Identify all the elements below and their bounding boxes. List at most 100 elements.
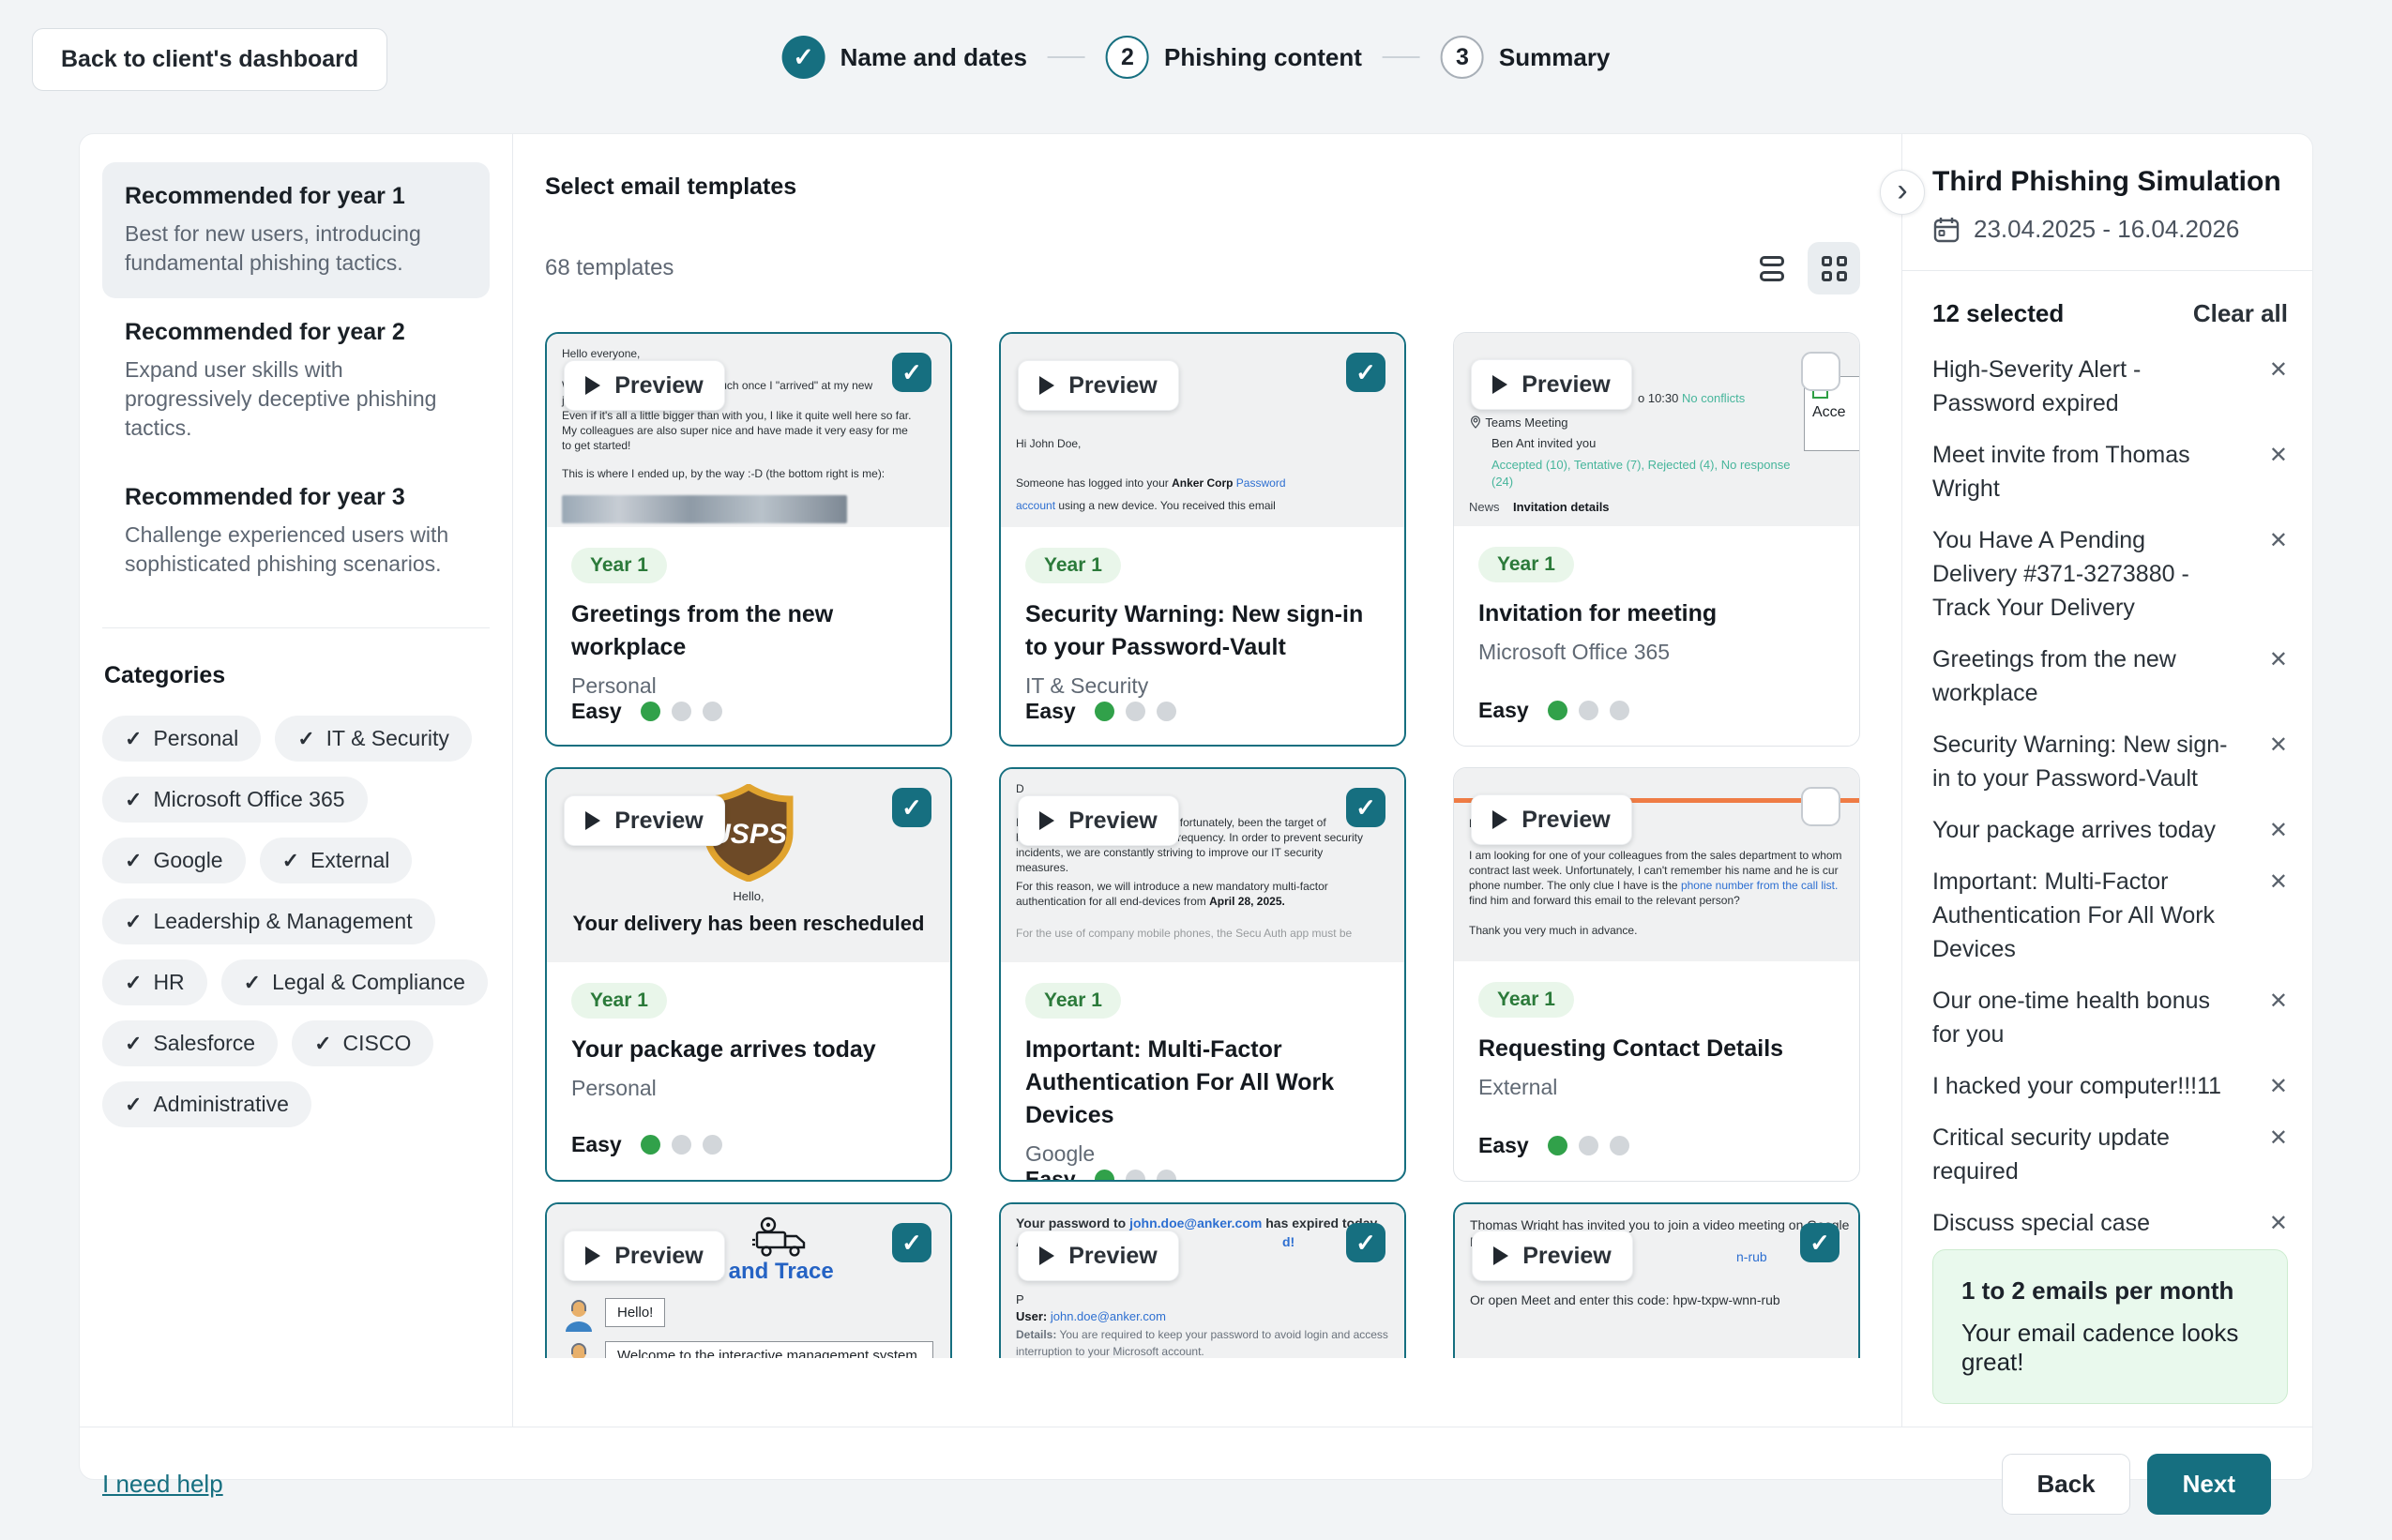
category-pill-salesforce[interactable]: ✓Salesforce (102, 1020, 278, 1066)
grid-view-button[interactable] (1808, 242, 1860, 294)
preview-text: My colleagues are also super nice and ha… (562, 424, 908, 437)
recommended-section: Recommended for year 1 Best for new user… (102, 162, 490, 628)
template-card-greetings-new-workplace[interactable]: Hello everyone, We agreed that I would g… (545, 332, 952, 747)
collapse-panel-button[interactable]: › (1880, 170, 1925, 215)
view-toggle-group (1746, 242, 1860, 294)
template-card-body: Year 1 Important: Multi-Factor Authentic… (1001, 962, 1404, 1182)
template-card-requesting-contact-details[interactable]: D I am looking for one of your colleague… (1453, 767, 1860, 1182)
preview-text: Accepted (10), Tentative (7), Rejected (… (1491, 457, 1801, 491)
template-card-invitation-for-meeting[interactable]: o 10:30 No conflicts Teams Meeting Ben A… (1453, 332, 1860, 747)
template-card-multi-factor[interactable]: D In the past, our company has, unfortun… (999, 767, 1406, 1182)
date-range: 23.04.2025 - 16.04.2026 (1974, 215, 2239, 244)
category-pill-administrative[interactable]: ✓Administrative (102, 1081, 311, 1127)
preview-button[interactable]: Preview (1471, 794, 1632, 845)
template-checkbox-checked[interactable]: ✓ (892, 353, 931, 392)
preview-text: Hello, (547, 889, 950, 903)
preview-text: to get started! (562, 439, 630, 452)
template-category: External (1478, 1075, 1835, 1100)
template-checkbox-checked[interactable]: ✓ (1346, 353, 1385, 392)
list-view-button[interactable] (1746, 242, 1798, 294)
remove-icon[interactable]: ✕ (2269, 984, 2288, 1015)
difficulty-dot-filled (1095, 702, 1114, 721)
selected-item: High-Severity Alert - Password expired✕ (1932, 353, 2288, 420)
preview-button[interactable]: Preview (1018, 1230, 1179, 1281)
category-pill-hr[interactable]: ✓HR (102, 959, 207, 1005)
category-pill-microsoft-office-365[interactable]: ✓Microsoft Office 365 (102, 777, 368, 823)
preview-button[interactable]: Preview (564, 360, 725, 411)
help-link[interactable]: I need help (102, 1470, 223, 1499)
difficulty-dot (703, 702, 722, 721)
back-to-dashboard-button[interactable]: Back to client's dashboard (32, 28, 387, 91)
difficulty-dot (1579, 1136, 1598, 1155)
next-button[interactable]: Next (2147, 1454, 2271, 1515)
category-pill-it-security[interactable]: ✓IT & Security (275, 716, 472, 762)
recommended-year-2[interactable]: Recommended for year 2 Expand user skill… (102, 298, 490, 463)
template-card-google-meet-invite[interactable]: Thomas Wright has invited you to join a … (1453, 1202, 1860, 1358)
difficulty-label: Easy (571, 699, 622, 724)
selected-item: Important: Multi-Factor Authentication F… (1932, 865, 2288, 966)
remove-icon[interactable]: ✕ (2269, 523, 2288, 554)
category-label: Salesforce (153, 1031, 255, 1056)
template-checkbox-checked[interactable]: ✓ (892, 1223, 931, 1262)
filters-sidebar: Recommended for year 1 Best for new user… (80, 134, 513, 1427)
template-card-password-expired[interactable]: Your password to john.doe@anker.com has … (999, 1202, 1406, 1358)
recommended-year-3[interactable]: Recommended for year 3 Challenge experie… (102, 463, 490, 599)
template-checkbox-checked[interactable]: ✓ (1346, 788, 1385, 827)
preview-button[interactable]: Preview (1018, 795, 1179, 846)
template-checkbox-checked[interactable]: ✓ (1800, 1223, 1839, 1262)
tab-invitation-details[interactable]: Invitation details (1513, 500, 1610, 514)
tab-news[interactable]: News (1469, 500, 1500, 514)
remove-icon[interactable]: ✕ (2269, 353, 2288, 384)
preview-button[interactable]: Preview (1472, 1230, 1633, 1281)
category-pill-legal-compliance[interactable]: ✓Legal & Compliance (221, 959, 488, 1005)
step-summary[interactable]: 3 Summary (1441, 36, 1611, 79)
category-pill-external[interactable]: ✓External (260, 838, 413, 883)
template-checkbox-checked[interactable]: ✓ (1346, 1223, 1385, 1262)
category-pill-leadership-management[interactable]: ✓Leadership & Management (102, 898, 435, 944)
preview-button[interactable]: Preview (564, 795, 725, 846)
category-pill-google[interactable]: ✓Google (102, 838, 246, 883)
step-name-and-dates[interactable]: ✓ Name and dates (782, 36, 1027, 79)
remove-icon[interactable]: ✕ (2269, 1069, 2288, 1100)
preview-button[interactable]: Preview (564, 1230, 725, 1281)
remove-icon[interactable]: ✕ (2269, 865, 2288, 896)
email-preview: Thomas Wright has invited you to join a … (1455, 1204, 1858, 1358)
clear-all-button[interactable]: Clear all (2193, 299, 2288, 328)
template-grid-scroll-area[interactable]: Hello everyone, We agreed that I would g… (545, 332, 1860, 1358)
preview-text: Hi John Doe, (1016, 437, 1081, 450)
back-button[interactable]: Back (2002, 1454, 2129, 1515)
step-phishing-content[interactable]: 2 Phishing content (1106, 36, 1362, 79)
year-badge: Year 1 (1478, 982, 1574, 1018)
recommended-year-1[interactable]: Recommended for year 1 Best for new user… (102, 162, 490, 298)
preview-button[interactable]: Preview (1018, 360, 1179, 411)
remove-icon[interactable]: ✕ (2269, 438, 2288, 469)
play-icon (1492, 375, 1507, 394)
preview-button[interactable]: Preview (1471, 359, 1632, 410)
template-card-security-warning[interactable]: Hi John Doe, Someone has logged into you… (999, 332, 1406, 747)
category-pill-personal[interactable]: ✓Personal (102, 716, 261, 762)
remove-icon[interactable]: ✕ (2269, 642, 2288, 673)
toolbar-row: 68 templates (545, 242, 1860, 294)
template-card-body: Year 1 Your package arrives today Person… (547, 962, 950, 1180)
remove-icon[interactable]: ✕ (2269, 1121, 2288, 1152)
category-pill-cisco[interactable]: ✓CISCO (292, 1020, 433, 1066)
selected-item: Critical security update required✕ (1932, 1121, 2288, 1188)
play-icon (585, 811, 600, 830)
template-checkbox-unchecked[interactable] (1801, 352, 1840, 391)
template-card-package-arrives[interactable]: USPS Hello, Your delivery has been resch… (545, 767, 952, 1182)
category-label: HR (153, 970, 184, 995)
remove-icon[interactable]: ✕ (2269, 813, 2288, 844)
difficulty-dot (1126, 702, 1145, 721)
remove-icon[interactable]: ✕ (2269, 1206, 2288, 1237)
preview-text: Hello everyone, (562, 347, 640, 360)
play-icon (1493, 1246, 1508, 1265)
template-checkbox-unchecked[interactable] (1801, 787, 1840, 826)
template-checkbox-checked[interactable]: ✓ (892, 788, 931, 827)
location-pin-icon (1469, 415, 1482, 429)
template-card-body: Year 1 Greetings from the new workplace … (547, 527, 950, 747)
template-card-track-and-trace[interactable]: Track and Trace Hello! (545, 1202, 952, 1358)
remove-icon[interactable]: ✕ (2269, 728, 2288, 759)
preview-text: Or open Meet and enter this code: hpw-tx… (1470, 1292, 1780, 1307)
accept-label: Acce (1812, 404, 1846, 421)
difficulty-label: Easy (1025, 1167, 1076, 1182)
